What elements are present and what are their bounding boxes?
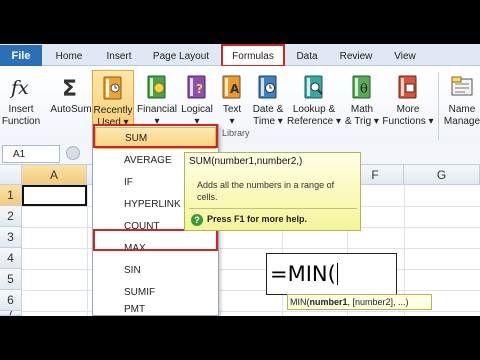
row-header-2[interactable]: 2 bbox=[0, 206, 22, 227]
column-header-a[interactable]: A bbox=[22, 165, 87, 185]
dropdown-item-sin[interactable]: SIN bbox=[95, 259, 216, 281]
tab-view[interactable]: View bbox=[388, 48, 422, 64]
tab-review[interactable]: Review bbox=[336, 48, 376, 64]
screen: File Home Insert Page Layout Formulas Da… bbox=[0, 0, 480, 360]
active-cell-a1[interactable] bbox=[22, 185, 87, 206]
excel-window: File Home Insert Page Layout Formulas Da… bbox=[0, 44, 480, 316]
math-book-icon: θ bbox=[347, 72, 377, 102]
syntax-remaining-args: , [number2], ...) bbox=[347, 297, 409, 307]
tab-page-layout[interactable]: Page Layout bbox=[150, 48, 212, 64]
dropdown-item-sum[interactable]: SUM bbox=[95, 127, 216, 149]
math-trig-label: Math & Trig ▾ bbox=[345, 104, 379, 127]
column-header-g[interactable]: G bbox=[404, 165, 480, 185]
tab-data[interactable]: Data bbox=[290, 48, 324, 64]
dropdown-item-sumif[interactable]: SUMIF bbox=[95, 281, 216, 303]
name-manager-label: Name Manage bbox=[443, 104, 480, 127]
tab-file[interactable]: File bbox=[0, 45, 42, 66]
autosum-button[interactable]: Σ AutoSum bbox=[48, 70, 94, 152]
text-button[interactable]: A Text ▾ bbox=[216, 70, 248, 152]
sigma-icon: Σ bbox=[56, 72, 86, 102]
formula-text: =MIN( bbox=[270, 262, 336, 286]
autosum-label: AutoSum bbox=[50, 104, 92, 115]
gridline bbox=[22, 248, 480, 249]
tab-home[interactable]: Home bbox=[50, 48, 88, 64]
svg-text:A: A bbox=[230, 82, 240, 96]
gridline bbox=[22, 311, 480, 312]
date-time-button[interactable]: Date & Time ▾ bbox=[248, 70, 288, 152]
dropdown-item-pmt[interactable]: PMT bbox=[95, 303, 216, 316]
svg-text:?: ? bbox=[196, 82, 203, 96]
row-header-7[interactable]: 7 bbox=[0, 311, 22, 316]
tooltip-help-text: Press F1 for more help. bbox=[207, 214, 308, 224]
tooltip-description: Adds all the numbers in a range of cells… bbox=[197, 180, 335, 202]
gridline bbox=[22, 290, 480, 291]
gridline bbox=[87, 185, 88, 316]
tab-insert[interactable]: Insert bbox=[100, 48, 138, 64]
more-functions-label: More Functions ▾ bbox=[382, 104, 434, 127]
tooltip-title: SUM(number1,number2,) bbox=[189, 156, 303, 167]
lookup-reference-label: Lookup & Reference ▾ bbox=[287, 104, 341, 127]
lookup-reference-button[interactable]: Lookup & Reference ▾ bbox=[287, 70, 341, 152]
row-header-6[interactable]: 6 bbox=[0, 290, 22, 311]
select-all-corner[interactable] bbox=[0, 165, 22, 185]
syntax-current-arg: number1 bbox=[309, 297, 348, 307]
text-book-icon: A bbox=[217, 72, 247, 102]
date-time-book-icon bbox=[253, 72, 283, 102]
ribbon-tab-bar: File Home Insert Page Layout Formulas Da… bbox=[0, 44, 480, 67]
name-manager-button[interactable]: Name Manage bbox=[442, 70, 480, 152]
svg-text:fx: fx bbox=[9, 77, 29, 99]
sum-function-tooltip: SUM(number1,number2,) Adds all the numbe… bbox=[184, 152, 361, 231]
lookup-book-icon bbox=[299, 72, 329, 102]
row-header-3[interactable]: 3 bbox=[0, 227, 22, 248]
svg-text:Σ: Σ bbox=[62, 77, 77, 100]
tab-formulas[interactable]: Formulas bbox=[222, 45, 284, 67]
row-header-1[interactable]: 1 bbox=[0, 185, 22, 206]
formula-bar-expand-icon[interactable] bbox=[66, 146, 80, 160]
text-cursor bbox=[336, 263, 338, 285]
cell-formula-entry[interactable]: =MIN( bbox=[266, 253, 397, 295]
text-label: Text ▾ bbox=[222, 104, 242, 127]
dropdown-item-max[interactable]: MAX bbox=[95, 237, 216, 259]
recent-book-icon bbox=[98, 73, 128, 103]
name-manager-icon bbox=[447, 72, 477, 102]
more-functions-button[interactable]: More Functions ▾ bbox=[382, 70, 434, 152]
syntax-function: MIN( bbox=[290, 297, 310, 307]
name-box[interactable]: A1 bbox=[2, 145, 60, 163]
math-trig-button[interactable]: θ Math & Trig ▾ bbox=[342, 70, 382, 152]
ribbon-separator bbox=[438, 72, 439, 140]
tooltip-divider bbox=[189, 208, 357, 209]
insert-function-button[interactable]: fx Insert Function bbox=[0, 70, 42, 152]
row-header-4[interactable]: 4 bbox=[0, 248, 22, 269]
row-header-5[interactable]: 5 bbox=[0, 269, 22, 290]
date-time-label: Date & Time ▾ bbox=[252, 104, 284, 127]
help-icon: ? bbox=[191, 214, 203, 226]
more-functions-book-icon bbox=[393, 72, 423, 102]
financial-book-icon bbox=[142, 72, 172, 102]
insert-function-label: Insert Function bbox=[1, 104, 41, 127]
function-syntax-tooltip: MIN(number1, [number2], ...) bbox=[287, 294, 432, 310]
fx-icon: fx bbox=[6, 72, 36, 102]
gridline bbox=[22, 269, 480, 270]
svg-text:θ: θ bbox=[360, 82, 368, 97]
logical-book-icon: ? bbox=[182, 72, 212, 102]
function-library-group-label: Library bbox=[222, 128, 250, 138]
